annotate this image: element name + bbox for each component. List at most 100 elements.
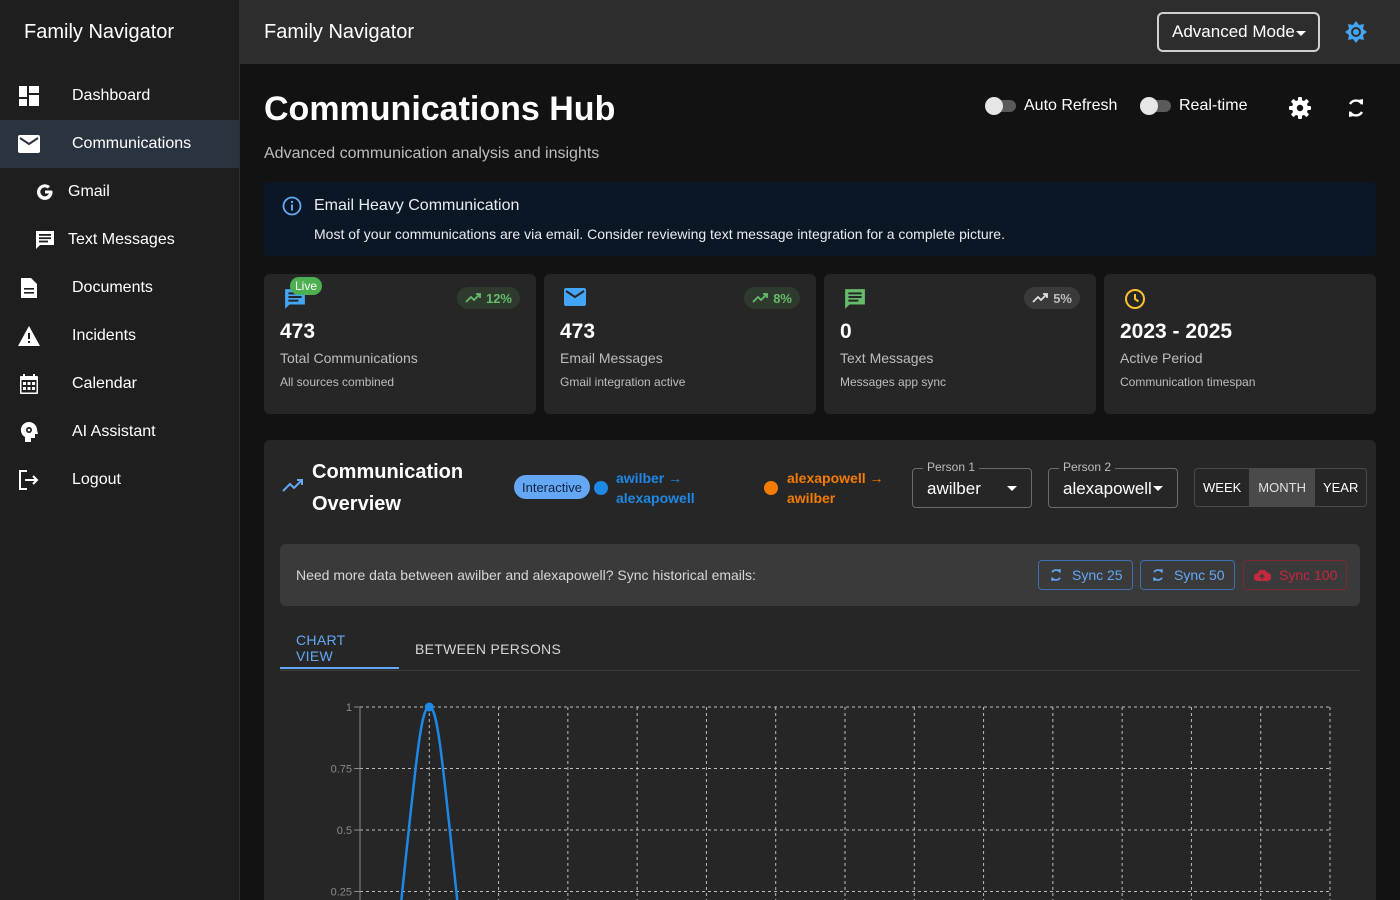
range-week-button[interactable]: WEEK [1195, 469, 1251, 506]
sidebar-item-label: Incidents [72, 327, 137, 344]
trend-value: 5% [1053, 290, 1072, 306]
auto-refresh-toggle[interactable]: Auto Refresh [985, 97, 1118, 115]
legend-series-1-from: awilber → [616, 470, 683, 486]
legend-series-2-to: awilber [787, 490, 836, 506]
mail-icon [564, 288, 586, 311]
calendar-icon [18, 373, 40, 395]
live-badge: Live [290, 277, 323, 295]
sidebar-item-dashboard[interactable]: Dashboard [0, 72, 239, 120]
person1-value: awilber [927, 479, 981, 498]
realtime-toggle[interactable]: Real-time [1140, 97, 1248, 115]
person2-value: alexapowell [1063, 479, 1152, 498]
trending-up-icon [752, 293, 769, 303]
range-year-button[interactable]: YEAR [1315, 469, 1366, 506]
info-icon [282, 196, 302, 221]
sync-100-label: Sync 100 [1279, 567, 1338, 583]
toggle-track [985, 97, 1016, 115]
legend-dot-series-1 [594, 481, 608, 495]
sidebar-item-documents[interactable]: Documents [0, 264, 239, 312]
stat-caption: All sources combined [280, 375, 395, 389]
stat-caption: Communication timespan [1120, 375, 1256, 389]
legend-dot-series-2 [764, 481, 778, 495]
sidebar-item-gmail[interactable]: Gmail [0, 168, 239, 216]
sync-50-label: Sync 50 [1174, 567, 1225, 583]
person2-select[interactable]: Person 2 alexapowell [1048, 460, 1178, 508]
stat-card-total: Live 12% 473 Total Communications All so… [264, 274, 536, 414]
trending-up-icon [1032, 293, 1049, 303]
y-tick-label: 0.75 [331, 764, 352, 776]
chat-icon [844, 288, 866, 315]
communication-line-chart: 1 0.75 0.5 0.25 [331, 702, 1331, 900]
logout-icon [18, 469, 40, 491]
brightness-icon[interactable] [1344, 20, 1368, 44]
range-month-button[interactable]: MONTH [1250, 469, 1315, 506]
trending-up-icon [282, 478, 304, 497]
sync-prompt: Need more data between awilber and alexa… [280, 544, 1360, 606]
legend-series-2-from: alexapowell → [787, 470, 884, 486]
interactive-chip: Interactive [514, 475, 590, 499]
sidebar-item-label: Documents [72, 279, 153, 296]
sidebar-item-incidents[interactable]: Incidents [0, 312, 239, 360]
google-icon [34, 181, 56, 203]
chat-icon [34, 229, 56, 251]
sidebar-item-label: Gmail [68, 183, 110, 200]
sync-50-button[interactable]: Sync 50 [1140, 560, 1235, 590]
stat-caption: Messages app sync [840, 375, 947, 389]
legend-series-1: awilber → alexapowell [616, 468, 695, 508]
legend-series-1-to: alexapowell [616, 490, 695, 506]
person1-select[interactable]: Person 1 awilber [912, 460, 1032, 508]
app-bar: Family Navigator Advanced Mode [240, 0, 1400, 64]
stat-label: Total Communications [280, 350, 418, 366]
refresh-icon[interactable] [1344, 96, 1368, 120]
person2-label: Person 2 [1059, 460, 1116, 474]
time-range-toggle: WEEK MONTH YEAR [1194, 468, 1368, 507]
clock-icon [1124, 288, 1146, 315]
sync-25-label: Sync 25 [1072, 567, 1123, 583]
y-tick-label: 0.25 [331, 887, 352, 899]
alert-title: Email Heavy Communication [314, 197, 520, 214]
chevron-down-icon [1007, 486, 1017, 491]
data-point [424, 702, 434, 712]
sidebar-item-ai-assistant[interactable]: AI Assistant [0, 408, 239, 456]
y-tick-label: 1 [346, 702, 352, 714]
trend-value: 12% [485, 290, 512, 306]
stat-caption: Gmail integration active [560, 375, 686, 389]
trend-badge: 8% [744, 287, 800, 309]
stat-card-text: 5% 0 Text Messages Messages app sync [824, 274, 1096, 414]
auto-refresh-label: Auto Refresh [1024, 97, 1118, 114]
tab-between-persons[interactable]: BETWEEN PERSONS [399, 629, 577, 669]
trending-up-icon [465, 293, 481, 303]
mode-select-button[interactable]: Advanced Mode [1157, 12, 1320, 52]
brain-icon [18, 421, 40, 443]
trend-value: 8% [773, 290, 792, 306]
stat-label: Active Period [1120, 350, 1203, 366]
sidebar-item-label: Communications [72, 135, 192, 152]
sidebar-brand: Family Navigator [24, 20, 175, 43]
trend-badge: 5% [1024, 287, 1080, 309]
stat-card-email: 8% 473 Email Messages Gmail integration … [544, 274, 816, 414]
stat-label: Text Messages [840, 350, 934, 366]
document-icon [18, 277, 40, 299]
toggle-track [1140, 97, 1171, 115]
sidebar-item-label: Text Messages [68, 231, 175, 248]
sync-icon [1153, 569, 1163, 581]
sidebar: Family Navigator Dashboard Communication… [0, 0, 240, 900]
tab-chart-view[interactable]: CHART VIEW [280, 629, 399, 669]
communication-overview-panel: Communication Overview Interactive awilb… [264, 440, 1376, 900]
sidebar-item-communications[interactable]: Communications [0, 120, 239, 168]
sidebar-item-label: Logout [72, 471, 121, 488]
chevron-down-icon [1153, 486, 1163, 491]
stat-value: 473 [280, 320, 316, 343]
mail-icon [18, 133, 40, 155]
sidebar-item-label: AI Assistant [72, 423, 156, 440]
page-title: Communications Hub [264, 90, 616, 128]
realtime-label: Real-time [1179, 97, 1248, 114]
sidebar-item-text-messages[interactable]: Text Messages [0, 216, 239, 264]
stat-label: Email Messages [560, 350, 663, 366]
sync-25-button[interactable]: Sync 25 [1038, 560, 1133, 590]
sync-100-button[interactable]: Sync 100 [1243, 560, 1348, 590]
settings-gear-icon[interactable] [1288, 96, 1312, 120]
stat-value: 0 [840, 320, 852, 343]
sidebar-item-calendar[interactable]: Calendar [0, 360, 239, 408]
sidebar-item-logout[interactable]: Logout [0, 456, 239, 504]
